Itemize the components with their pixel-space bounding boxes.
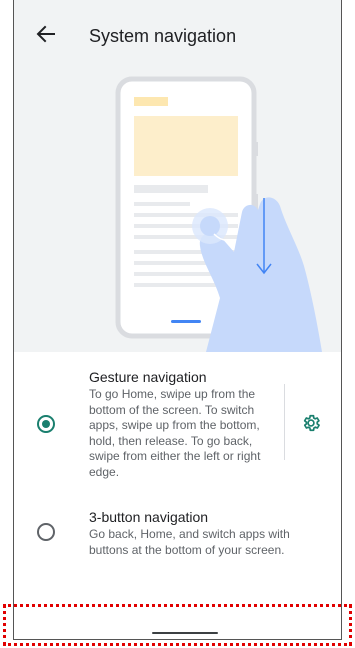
page-title: System navigation xyxy=(89,26,237,46)
3-button-navigation-radio[interactable] xyxy=(37,523,55,541)
navigation-options: Gesture navigation To go Home, swipe up … xyxy=(14,352,341,602)
gesture-illustration-art xyxy=(115,76,322,352)
gear-icon-svg xyxy=(303,414,320,432)
option-divider xyxy=(284,384,285,460)
gesture-navigation-description: To go Home, swipe up from the bottom of … xyxy=(89,387,261,479)
gear-icon[interactable] xyxy=(301,413,321,433)
screen-frame: System navigation Gesture navigation To … xyxy=(13,0,342,640)
option-3-button-navigation[interactable]: 3-button navigation Go back, Home, and s… xyxy=(14,500,341,560)
back-button[interactable] xyxy=(34,22,58,46)
home-handle[interactable] xyxy=(152,632,218,634)
option-gesture-navigation[interactable]: Gesture navigation To go Home, swipe up … xyxy=(14,352,341,480)
gesture-navigation-radio[interactable] xyxy=(37,415,55,433)
arrow-back-icon xyxy=(36,25,55,43)
gesture-illustration xyxy=(14,66,341,352)
gesture-navigation-bar xyxy=(14,602,341,639)
gesture-navigation-title: Gesture navigation xyxy=(89,369,207,385)
3-button-navigation-description: Go back, Home, and switch apps with butt… xyxy=(89,527,290,557)
3-button-navigation-title: 3-button navigation xyxy=(89,509,209,525)
app-bar: System navigation xyxy=(14,0,341,66)
